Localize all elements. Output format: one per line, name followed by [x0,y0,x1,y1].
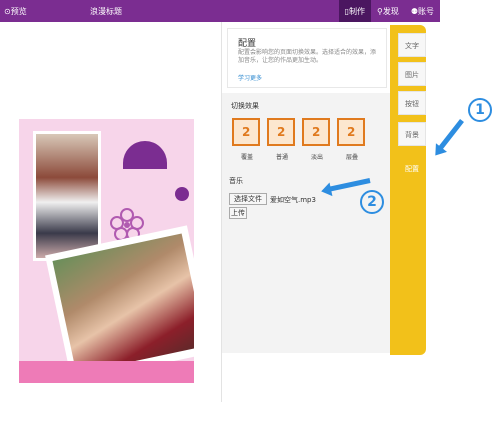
side-tab-config[interactable]: 配置 [398,156,426,180]
pink-torn-bottom [19,361,194,383]
learn-more-link[interactable]: 学习更多 [238,73,262,82]
side-tab-text[interactable]: 文字 [398,33,426,57]
effect-cover-icon: 2 [232,118,260,146]
effect-fade-icon: 2 [302,118,330,146]
side-tab-image[interactable]: 图片 [398,62,426,86]
effect-normal[interactable]: 2 普通 [267,118,297,161]
tab-account[interactable]: ⚉账号 [405,0,440,22]
config-card: 配置 配置会影响您的页面切换效果。选择适合的效果，添加音乐，让您的作品更加生动。… [227,28,387,88]
effect-stack-icon: 2 [337,118,365,146]
effect-normal-icon: 2 [267,118,295,146]
effect-cover-label: 覆盖 [240,154,253,161]
switch-effect-label: 切换效果 [231,102,259,110]
effect-fade[interactable]: 2 淡出 [302,118,332,161]
upload-button[interactable]: 上传 [229,207,247,219]
tab-make[interactable]: ▯制作 [338,0,371,22]
annotation-arrow-1 [436,118,464,152]
page-title[interactable]: 浪漫标题 [90,6,122,17]
top-bar: ⊙预览 浪漫标题 ▯制作 ⚲发现 ⚉账号 [0,0,440,22]
config-description: 配置会影响您的页面切换效果。选择适合的效果，添加音乐，让您的作品更加生动。 [238,49,377,64]
annotation-circle-1: 1 [468,98,492,122]
choose-file-button[interactable]: 选择文件 [229,193,267,205]
effect-stack-label: 层叠 [345,154,358,161]
phone-preview[interactable] [19,119,194,383]
top-tabs: ▯制作 ⚲发现 ⚉账号 [338,0,440,22]
annotation-circle-2: 2 [360,190,384,214]
side-tab-background[interactable]: 背景 [398,122,426,146]
side-tab-button[interactable]: 按钮 [398,91,426,115]
tab-discover[interactable]: ⚲发现 [371,0,405,22]
preview-button[interactable]: ⊙预览 [4,6,27,17]
editor-window: ⊙预览 浪漫标题 ▯制作 ⚲发现 ⚉账号 配置 配置会影响您的页面切换效果。选择… [0,0,504,426]
effect-cover[interactable]: 2 覆盖 [232,118,262,161]
splat-decoration [175,187,189,201]
fan-decoration [123,141,167,169]
config-title: 配置 [238,39,257,49]
photo-1-image [36,134,98,258]
effect-fade-label: 淡出 [310,154,323,161]
effect-stack[interactable]: 2 层叠 [337,118,367,161]
music-file-name: 爱如空气.mp3 [270,196,316,204]
photo-1[interactable] [33,131,101,261]
effect-normal-label: 普通 [275,154,288,161]
music-label: 音乐 [229,177,243,185]
